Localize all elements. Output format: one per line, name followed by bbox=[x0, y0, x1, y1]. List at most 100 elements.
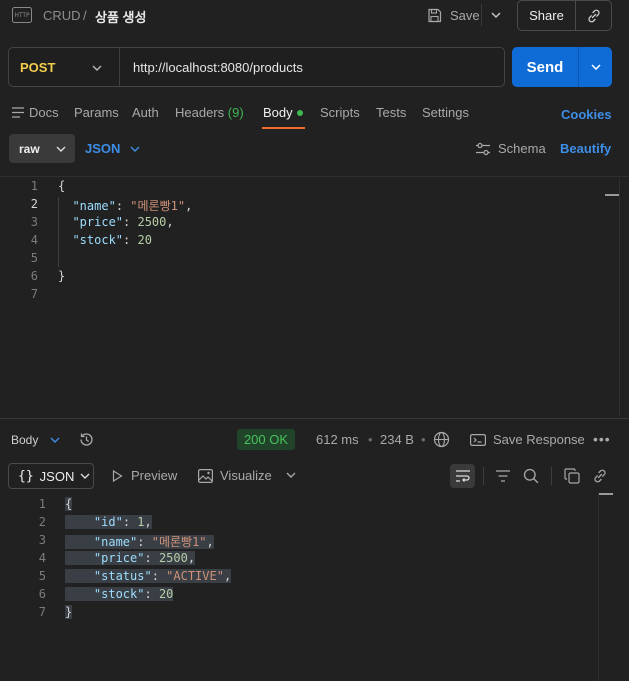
json-punct: { bbox=[65, 497, 73, 511]
json-punct: , bbox=[223, 569, 232, 583]
json-number: 1 bbox=[137, 515, 145, 529]
copy-icon bbox=[564, 468, 580, 484]
code-line: "id": 1, bbox=[65, 515, 152, 529]
status-badge[interactable]: 200 OK bbox=[237, 429, 295, 450]
tab-settings[interactable]: Settings bbox=[422, 105, 469, 120]
code-line: "price": 2500, bbox=[58, 215, 173, 229]
body-mode-selector[interactable]: raw bbox=[9, 134, 75, 163]
schema-button[interactable]: Schema bbox=[475, 141, 546, 156]
tab-headers[interactable]: Headers (9) bbox=[175, 105, 244, 120]
line-number: 4 bbox=[38, 551, 46, 565]
line-number: 1 bbox=[38, 497, 46, 511]
url-input[interactable]: http://localhost:8080/products bbox=[133, 60, 303, 75]
line-number: 3 bbox=[30, 215, 38, 229]
code-line: "name": "메론빵1", bbox=[65, 533, 214, 550]
preview-button[interactable]: Preview bbox=[112, 468, 177, 483]
response-section-selector[interactable]: Body bbox=[11, 433, 60, 447]
send-button[interactable]: Send bbox=[512, 47, 578, 87]
history-icon[interactable] bbox=[78, 431, 95, 448]
copy-link-button[interactable] bbox=[576, 1, 611, 30]
indent-guide bbox=[58, 197, 59, 267]
meta-separator: • bbox=[368, 432, 373, 447]
code-line: "price": 2500, bbox=[65, 551, 196, 565]
line-number: 6 bbox=[38, 587, 46, 601]
visualize-button[interactable]: Visualize bbox=[198, 468, 272, 483]
beautify-button[interactable]: Beautify bbox=[560, 141, 611, 156]
json-number: 2500 bbox=[137, 215, 167, 229]
save-options-button[interactable] bbox=[484, 2, 508, 28]
filter-button[interactable] bbox=[493, 466, 513, 486]
cookies-link[interactable]: Cookies bbox=[561, 107, 612, 122]
wrap-lines-button[interactable] bbox=[450, 464, 475, 488]
link-icon bbox=[594, 469, 606, 483]
copy-button[interactable] bbox=[562, 466, 582, 486]
json-punct: , bbox=[185, 199, 193, 213]
more-options-icon[interactable]: ••• bbox=[593, 431, 611, 447]
send-label: Send bbox=[526, 58, 564, 76]
save-response-icon bbox=[470, 433, 486, 446]
code-line: "stock": 20 bbox=[65, 587, 174, 601]
request-title[interactable]: 상품 생성 bbox=[95, 7, 146, 26]
line-number: 6 bbox=[30, 269, 38, 283]
share-button[interactable]: Share bbox=[518, 1, 575, 30]
line-number: 7 bbox=[38, 605, 46, 619]
globe-icon[interactable] bbox=[433, 431, 450, 448]
tab-headers-label: Headers bbox=[175, 105, 225, 120]
editor-scrollbar[interactable] bbox=[605, 194, 619, 196]
line-number: 4 bbox=[30, 233, 38, 247]
tab-body[interactable]: Body bbox=[263, 105, 293, 120]
body-language-selector[interactable]: JSON bbox=[85, 141, 140, 156]
image-icon bbox=[198, 468, 213, 483]
send-options-button[interactable] bbox=[579, 47, 612, 87]
method-selector[interactable]: POST bbox=[20, 60, 55, 75]
json-key: "id" bbox=[93, 515, 123, 529]
json-punct bbox=[58, 215, 72, 229]
response-link-button[interactable] bbox=[590, 466, 610, 486]
svg-text:HTTP: HTTP bbox=[14, 12, 30, 19]
json-punct: } bbox=[58, 269, 66, 283]
tab-params[interactable]: Params bbox=[74, 105, 119, 120]
tab-docs[interactable]: Docs bbox=[29, 105, 59, 120]
search-button[interactable] bbox=[521, 466, 541, 486]
json-punct: { bbox=[58, 179, 66, 193]
response-format-selector[interactable]: {} JSON bbox=[8, 463, 94, 489]
save-button[interactable]: Save bbox=[421, 2, 481, 28]
chevron-down-icon bbox=[80, 473, 90, 479]
tab-auth[interactable]: Auth bbox=[132, 105, 159, 120]
json-punct bbox=[65, 551, 94, 565]
breadcrumb-collection[interactable]: CRUD bbox=[43, 8, 81, 23]
visualize-label: Visualize bbox=[220, 468, 272, 483]
filter-icon bbox=[496, 470, 510, 482]
json-key: "status" bbox=[93, 569, 152, 583]
play-icon bbox=[112, 469, 123, 482]
json-punct: : bbox=[123, 215, 138, 229]
json-key: "stock" bbox=[93, 587, 145, 601]
line-number: 3 bbox=[38, 533, 46, 547]
json-punct: : bbox=[144, 587, 159, 601]
json-key: "price" bbox=[72, 215, 124, 229]
meta-separator: • bbox=[421, 432, 426, 447]
http-request-icon: HTTP bbox=[12, 7, 32, 23]
chevron-down-icon bbox=[56, 146, 66, 152]
chevron-down-icon[interactable] bbox=[284, 468, 298, 482]
tab-tests[interactable]: Tests bbox=[376, 105, 406, 120]
response-scrollbar[interactable] bbox=[599, 493, 613, 495]
response-size[interactable]: 234 B bbox=[380, 432, 414, 447]
line-number: 2 bbox=[30, 197, 38, 211]
chevron-down-icon bbox=[590, 64, 601, 70]
code-line: { bbox=[65, 497, 73, 511]
editor-divider bbox=[0, 176, 629, 177]
response-time[interactable]: 612 ms bbox=[316, 432, 359, 447]
code-line: } bbox=[65, 605, 73, 619]
line-number: 2 bbox=[38, 515, 46, 529]
save-response-button[interactable]: Save Response bbox=[470, 432, 585, 447]
headers-count-badge: (9) bbox=[227, 105, 244, 120]
toolbar-divider bbox=[483, 467, 484, 485]
json-number: 20 bbox=[158, 587, 174, 601]
breadcrumb-separator: / bbox=[83, 8, 87, 23]
tab-scripts[interactable]: Scripts bbox=[320, 105, 360, 120]
code-line: "status": "ACTIVE", bbox=[65, 569, 232, 583]
response-pane-divider[interactable] bbox=[0, 418, 629, 419]
method-dropdown-toggle[interactable] bbox=[88, 59, 106, 77]
active-tab-underline bbox=[262, 127, 305, 129]
